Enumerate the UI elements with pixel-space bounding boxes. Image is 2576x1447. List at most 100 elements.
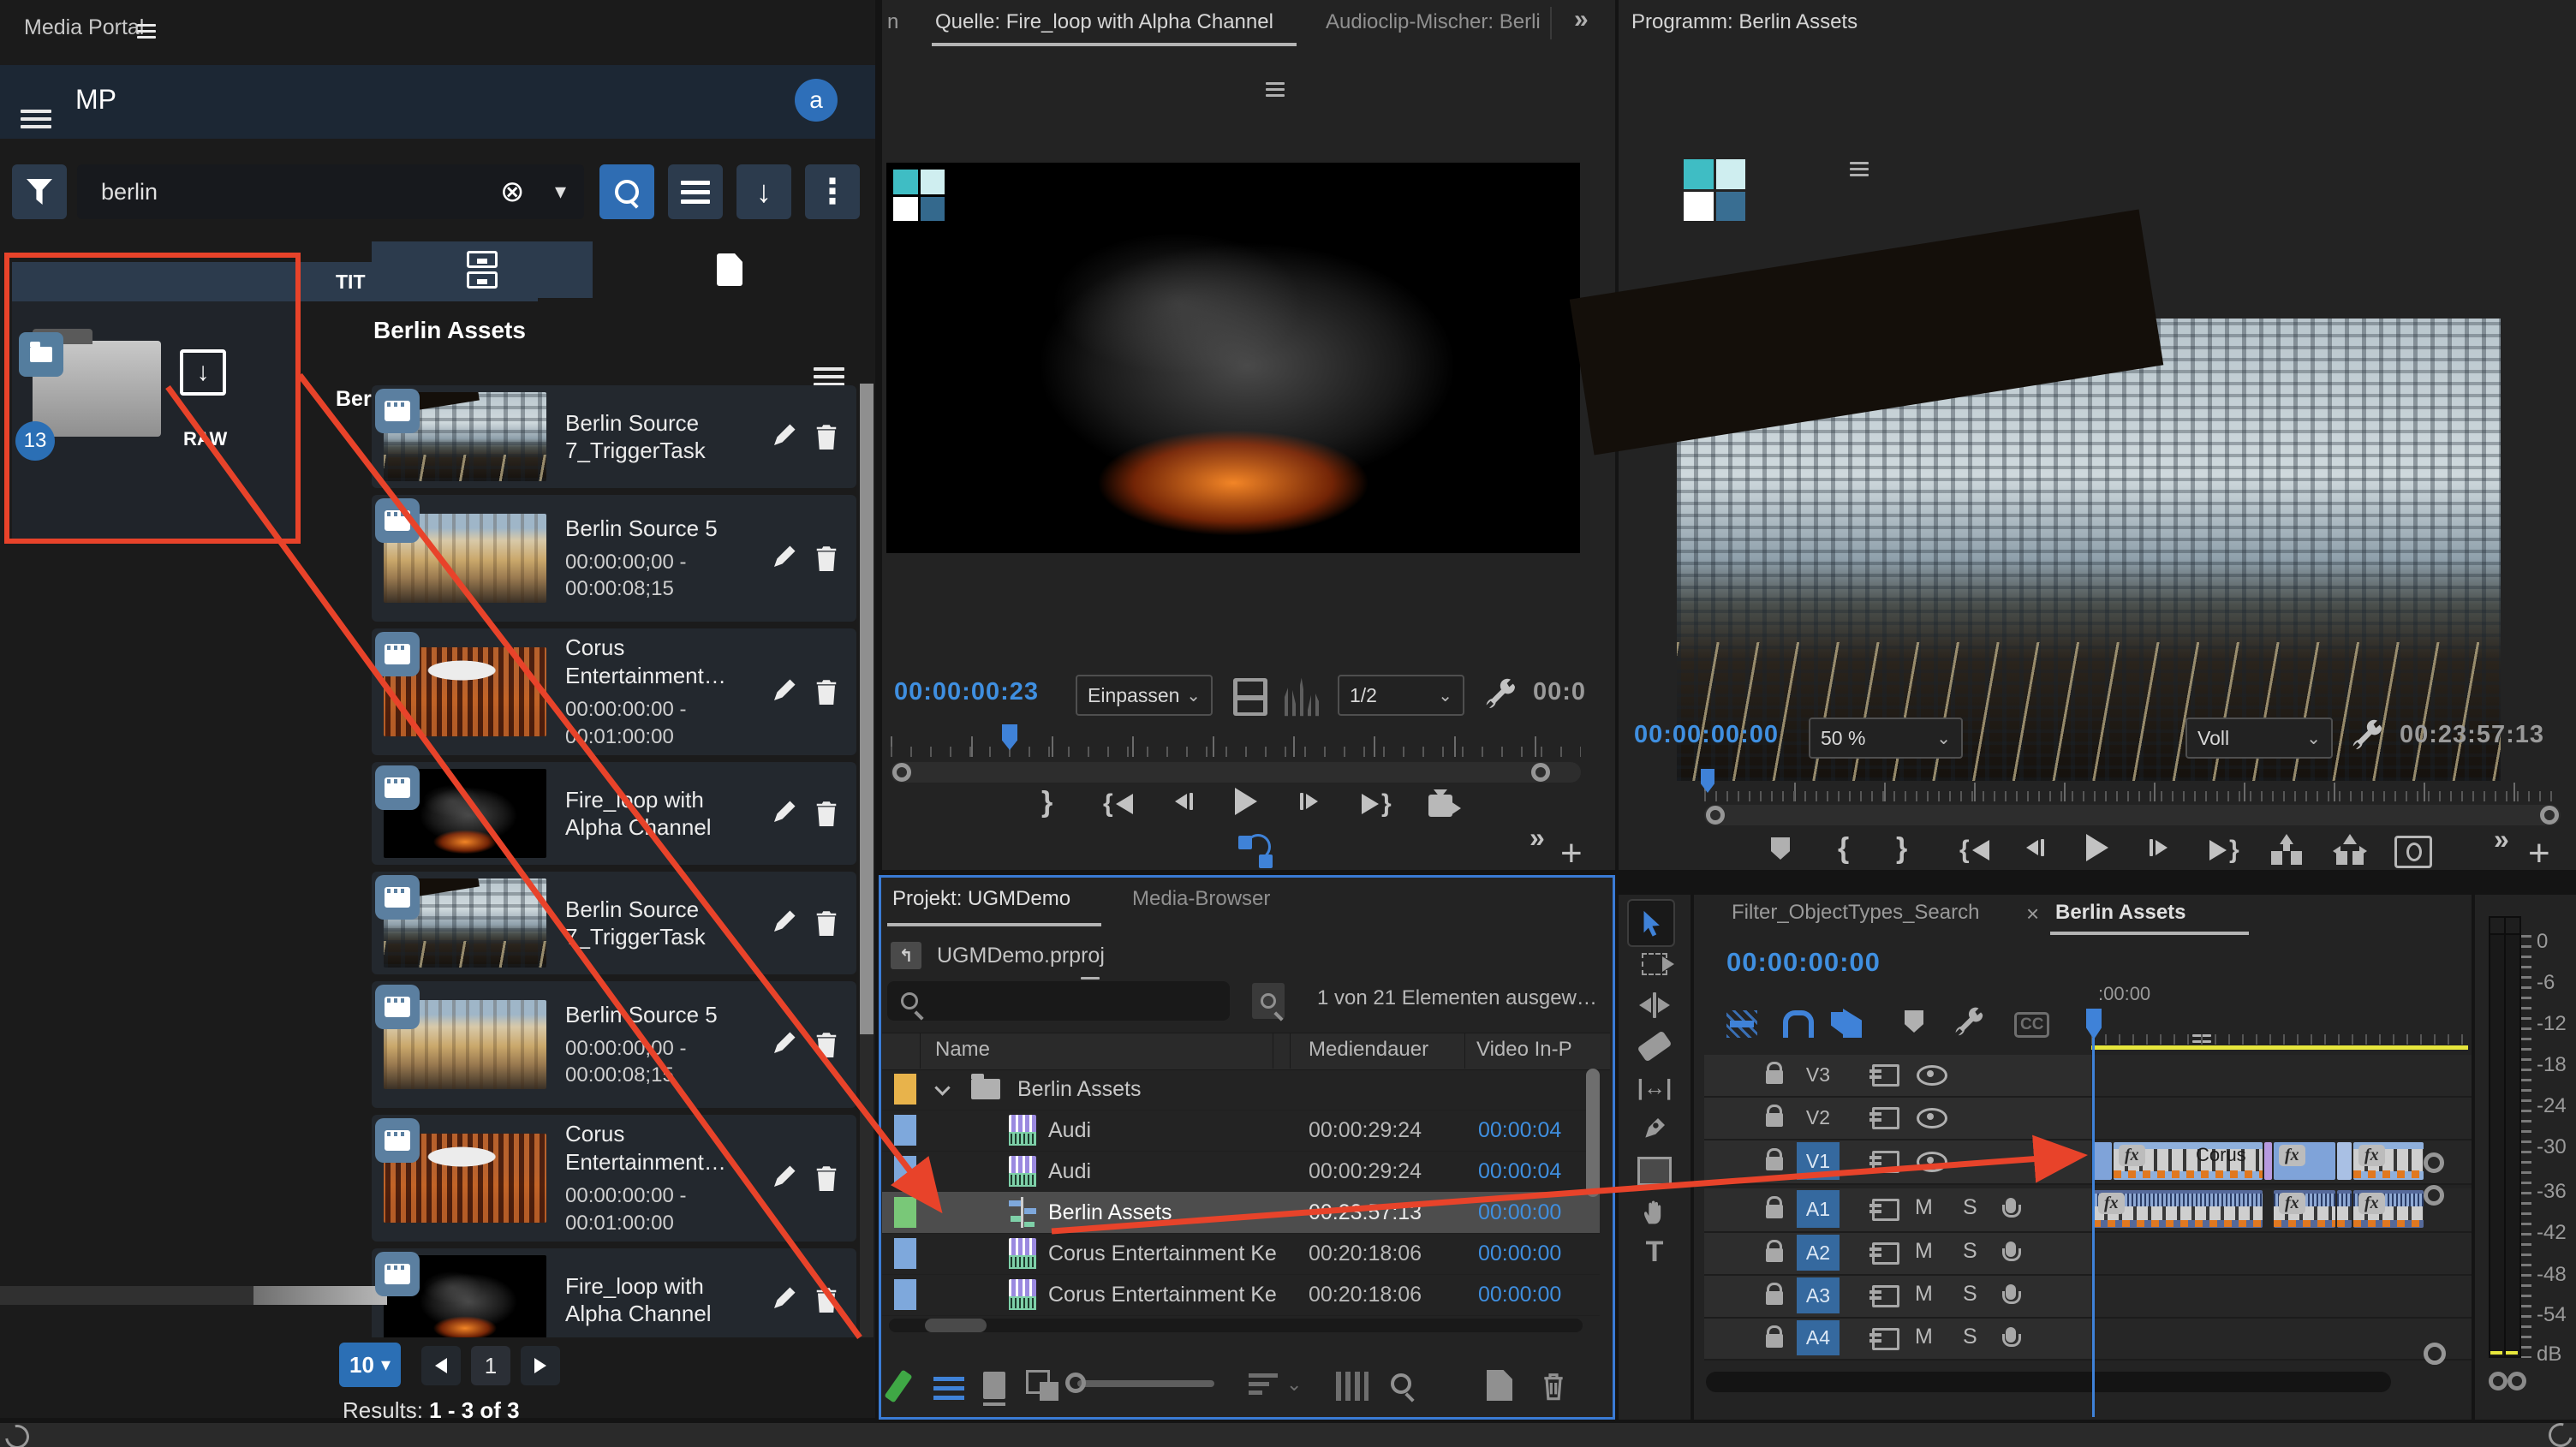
track-source-patch-icon[interactable] xyxy=(1872,1328,1899,1350)
timeline-audio-clip[interactable]: fx xyxy=(2353,1190,2424,1228)
track-source-patch-icon[interactable] xyxy=(1872,1107,1899,1129)
settings-filmstrip-icon[interactable] xyxy=(1233,678,1267,716)
source-resolution-dropdown[interactable]: 1/2⌄ xyxy=(1338,675,1464,716)
track-mute-button[interactable]: M xyxy=(1915,1282,1933,1307)
timeline-tab-close-icon[interactable]: × xyxy=(2026,901,2039,927)
zoom-handle-right[interactable] xyxy=(1531,763,1550,782)
track-header[interactable]: V2 xyxy=(1704,1098,2091,1140)
work-area-bar[interactable] xyxy=(2091,1045,2468,1050)
mark-out-button[interactable]: } xyxy=(1041,786,1052,819)
audio-mixer-tab[interactable]: Audioclip-Mischer: Berli xyxy=(1326,10,1541,34)
project-row[interactable]: Audi00:00:29:2400:00:04 xyxy=(882,1151,1600,1193)
next-page-button[interactable] xyxy=(521,1346,560,1385)
captions-icon[interactable]: CC xyxy=(2014,1012,2049,1038)
track-lock-icon[interactable] xyxy=(1766,1113,1783,1127)
track-lane[interactable] xyxy=(2091,1319,2472,1361)
mp-filter-button[interactable] xyxy=(12,164,67,219)
track-voiceover-icon[interactable] xyxy=(2006,1198,2016,1213)
asset-delete-button[interactable] xyxy=(814,421,839,456)
track-source-patch-icon[interactable] xyxy=(1872,1199,1899,1221)
track-select-tool[interactable] xyxy=(1620,945,1689,983)
timeline-wrench-icon[interactable] xyxy=(1954,1007,1987,1039)
track-lock-icon[interactable] xyxy=(1766,1334,1783,1348)
track-toggle-output-icon[interactable] xyxy=(1917,1108,1947,1128)
step-back-button[interactable] xyxy=(1175,793,1193,810)
track-mute-button[interactable]: M xyxy=(1915,1239,1933,1264)
track-lock-icon[interactable] xyxy=(1766,1157,1783,1170)
export-frame-button[interactable] xyxy=(2394,836,2432,868)
mp-hamburger-icon[interactable] xyxy=(21,110,51,128)
zoom-slider-handle[interactable] xyxy=(1065,1373,1086,1393)
row-color-chip[interactable] xyxy=(894,1238,916,1269)
track-header[interactable]: A2MS xyxy=(1704,1233,2091,1276)
prev-page-button[interactable] xyxy=(421,1346,461,1385)
track-target-button[interactable]: V3 xyxy=(1797,1057,1840,1093)
current-page-button[interactable]: 1 xyxy=(471,1346,510,1385)
track-target-button[interactable]: V1 xyxy=(1797,1142,1840,1180)
project-hscrollbar[interactable] xyxy=(889,1319,1583,1332)
tab-collection-active[interactable] xyxy=(372,241,593,298)
nest-toggle-icon[interactable] xyxy=(1726,1010,1757,1038)
track-source-patch-icon[interactable] xyxy=(1872,1064,1899,1087)
asset-card[interactable]: Corus Entertainment…00:00:00:00 - 00:01:… xyxy=(372,1115,856,1242)
asset-card[interactable]: Berlin Source 7_TriggerTask xyxy=(372,872,856,974)
sort-caret-icon[interactable]: ⌄ xyxy=(1286,1373,1302,1396)
track-target-button[interactable]: A1 xyxy=(1797,1190,1840,1228)
timeline-tab-inactive[interactable]: Filter_ObjectTypes_Search xyxy=(1732,901,1979,925)
col-mediendauer[interactable]: Mediendauer xyxy=(1309,1038,1428,1062)
program-go-to-in-button[interactable]: { xyxy=(1959,836,1989,865)
track-header[interactable]: A4MS xyxy=(1704,1319,2091,1361)
track-lane[interactable] xyxy=(2091,1276,2472,1319)
track-header[interactable]: V1 xyxy=(1704,1140,2091,1185)
tab-files[interactable] xyxy=(593,241,867,298)
asset-card[interactable]: Berlin Source 7_TriggerTask xyxy=(372,385,856,488)
timeline-audio-clip[interactable]: fx xyxy=(2274,1190,2335,1228)
timeline-video-clip[interactable] xyxy=(2264,1142,2272,1180)
track-lock-icon[interactable] xyxy=(1766,1070,1783,1084)
project-tab-active[interactable]: Projekt: UGMDemo xyxy=(892,887,1070,911)
asset-card[interactable]: Berlin Source 500:00:00;00 - 00:00:08;15 xyxy=(372,495,856,622)
track-voiceover-icon[interactable] xyxy=(2006,1242,2016,1257)
project-row[interactable]: Corus Entertainment Ke00:20:18:0600:00:0… xyxy=(882,1233,1600,1275)
program-add-button[interactable]: + xyxy=(2528,832,2550,875)
program-zoom-scrollbar[interactable] xyxy=(1704,805,2561,825)
grid-hscrollbar[interactable] xyxy=(0,1286,387,1305)
track-lane[interactable] xyxy=(2091,1233,2472,1276)
timeline-timecode[interactable]: 00:00:00:00 xyxy=(1726,947,1881,978)
timeline-video-clip[interactable]: fx xyxy=(2274,1142,2335,1180)
project-row[interactable]: Berlin Assets xyxy=(882,1069,1600,1111)
razor-tool[interactable] xyxy=(1620,1027,1689,1065)
asset-delete-button[interactable] xyxy=(814,1163,839,1198)
program-step-forward-button[interactable] xyxy=(2150,839,2168,856)
program-tab[interactable]: Programm: Berlin Assets xyxy=(1631,10,1857,34)
automate-sequence-button[interactable] xyxy=(1336,1372,1368,1401)
track-lane[interactable] xyxy=(2091,1098,2472,1140)
track-toggle-output-icon[interactable] xyxy=(1917,1065,1947,1086)
asset-list-scrollbar[interactable] xyxy=(860,384,874,1337)
play-button[interactable] xyxy=(1235,788,1257,815)
track-solo-button[interactable]: S xyxy=(1963,1239,1977,1264)
source-add-button[interactable]: + xyxy=(1560,832,1583,875)
project-row[interactable]: Corus Entertainment Ke00:20:18:0600:00:0… xyxy=(882,1274,1600,1316)
source-wrench-icon[interactable] xyxy=(1485,678,1519,712)
type-tool[interactable]: T xyxy=(1620,1233,1689,1271)
meter-indicator-left[interactable] xyxy=(2489,1372,2507,1390)
meter-indicator-right[interactable] xyxy=(2507,1372,2526,1390)
breadcrumb-folder-icon[interactable]: ↰ xyxy=(891,942,921,969)
track-target-button[interactable]: A4 xyxy=(1797,1320,1840,1355)
track-scroll-handle-2[interactable] xyxy=(2424,1185,2444,1206)
insert-button[interactable] xyxy=(1428,789,1463,819)
track-header[interactable]: A1MS xyxy=(1704,1188,2091,1233)
source-video-frame[interactable] xyxy=(886,163,1580,553)
asset-list-scrollbar-thumb[interactable] xyxy=(860,384,874,1034)
timeline-tab-active[interactable]: Berlin Assets xyxy=(2055,901,2186,925)
lift-button[interactable] xyxy=(2271,834,2302,865)
col-name[interactable]: Name xyxy=(935,1038,990,1062)
mp-more-button[interactable]: ⋮ xyxy=(805,164,860,219)
media-browser-tab[interactable]: Media-Browser xyxy=(1132,887,1270,911)
source-timecode[interactable]: 00:00:00:23 xyxy=(894,678,1039,706)
source-zoom-scrollbar[interactable] xyxy=(891,762,1581,783)
row-color-chip[interactable] xyxy=(894,1074,916,1105)
asset-edit-button[interactable] xyxy=(771,1284,798,1316)
project-row[interactable]: Berlin Assets00:23:57:1300:00:00 xyxy=(882,1192,1600,1234)
